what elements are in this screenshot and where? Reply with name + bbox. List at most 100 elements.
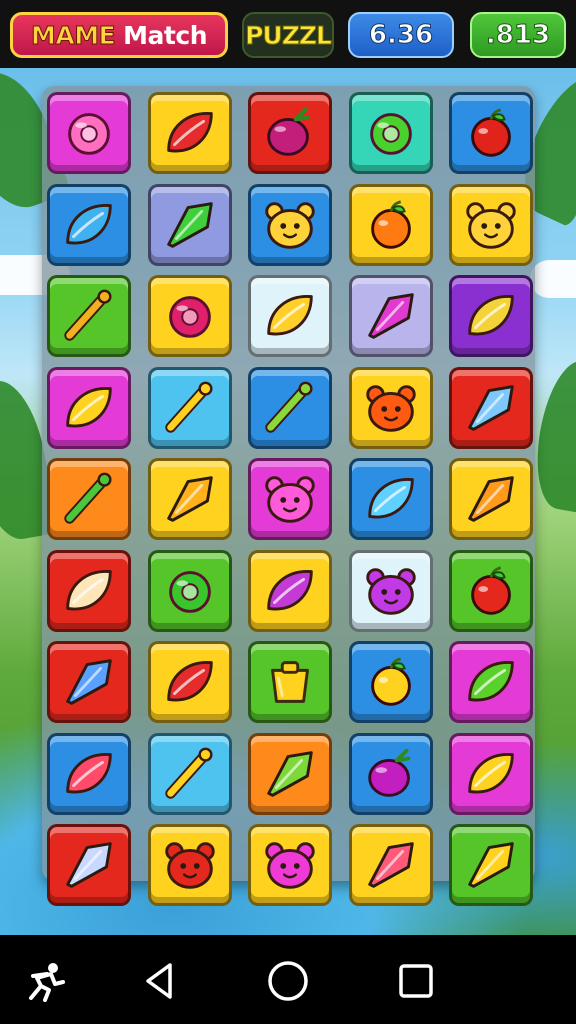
board-tile[interactable]: [348, 92, 433, 174]
game-title-badge: MAME Match: [10, 12, 228, 58]
board-tile[interactable]: [147, 641, 232, 723]
board-tile[interactable]: [449, 549, 533, 632]
moves-counter: .813: [470, 12, 566, 58]
board-tile[interactable]: [449, 732, 533, 815]
board-tile[interactable]: [248, 366, 332, 449]
board-tile[interactable]: [147, 92, 232, 174]
board-tile[interactable]: [248, 641, 332, 723]
apple-icon: [471, 565, 511, 615]
leaf-icon: [66, 569, 112, 610]
board-tile[interactable]: [449, 824, 533, 906]
berry-icon: [367, 748, 410, 797]
board-tile[interactable]: [449, 92, 533, 174]
board-tile[interactable]: [47, 549, 131, 632]
home-icon[interactable]: [262, 955, 314, 1007]
board-tile[interactable]: [248, 824, 332, 906]
ring-icon: [369, 113, 412, 155]
arrow-icon: [66, 842, 112, 888]
wand-icon: [64, 472, 112, 524]
leaf-icon: [468, 295, 514, 336]
ring-icon: [68, 113, 110, 155]
leaf-icon: [66, 203, 112, 244]
wand-icon: [164, 747, 213, 799]
apple-icon: [471, 108, 511, 157]
bear-icon: [365, 384, 416, 432]
arrow-icon: [66, 659, 112, 705]
board-tile[interactable]: [47, 366, 131, 449]
game-title-part1: MAME: [30, 20, 116, 50]
board-tile[interactable]: [147, 183, 232, 266]
board-tile[interactable]: [348, 183, 433, 266]
cup-icon: [271, 661, 309, 703]
bear-icon: [365, 567, 416, 615]
bear-icon: [466, 201, 516, 249]
board-tile[interactable]: [47, 458, 131, 540]
back-icon[interactable]: [134, 955, 186, 1007]
board-tile[interactable]: [248, 549, 332, 632]
board-tile[interactable]: [47, 92, 131, 174]
leaf-icon: [468, 752, 514, 793]
board-tile[interactable]: [147, 366, 232, 449]
arrow-icon: [468, 842, 514, 888]
leaf-icon: [468, 661, 514, 702]
leaf-icon: [166, 661, 213, 702]
board-tile[interactable]: [449, 641, 533, 723]
board-tile[interactable]: [147, 549, 232, 632]
board-tile[interactable]: [47, 824, 131, 906]
board-tile[interactable]: [47, 275, 131, 357]
logo-text: PUZZL: [245, 20, 333, 50]
board-tile[interactable]: [147, 458, 232, 540]
leaf-icon: [66, 386, 112, 427]
board-tile[interactable]: [248, 732, 332, 815]
arrow-icon: [166, 476, 213, 522]
board-tile[interactable]: [449, 366, 533, 449]
app-icon[interactable]: [20, 955, 72, 1007]
bear-icon: [265, 842, 315, 889]
ring-icon: [168, 570, 211, 613]
board-tile[interactable]: [348, 732, 433, 815]
board-tile[interactable]: [147, 824, 232, 906]
leaf-icon: [66, 752, 112, 793]
bear-icon: [164, 842, 215, 889]
berry-icon: [267, 107, 310, 156]
board-tile[interactable]: [147, 732, 232, 815]
board-tile[interactable]: [248, 275, 332, 357]
recents-icon[interactable]: [390, 955, 442, 1007]
leaf-icon: [267, 295, 313, 336]
board-tile[interactable]: [348, 275, 433, 357]
arrow-icon: [468, 384, 514, 431]
board-tile[interactable]: [47, 641, 131, 723]
score-value: 6.36: [368, 20, 434, 51]
board-tile[interactable]: [248, 458, 332, 540]
cloud: [530, 260, 576, 298]
arrow-icon: [367, 842, 414, 888]
apple-icon: [370, 199, 411, 249]
board-tile[interactable]: [348, 549, 433, 632]
leaf-icon: [367, 478, 414, 519]
arrow-icon: [367, 293, 414, 339]
board-tile[interactable]: [348, 824, 433, 906]
arrow-icon: [267, 750, 313, 797]
wand-icon: [164, 381, 213, 433]
moves-value: .813: [485, 20, 551, 51]
board-tile[interactable]: [449, 183, 533, 266]
apple-icon: [370, 657, 411, 706]
board-tile[interactable]: [449, 458, 533, 540]
board-tile[interactable]: [248, 183, 332, 266]
leaf-icon: [166, 112, 213, 153]
ring-icon: [168, 296, 211, 338]
bear-icon: [265, 201, 315, 249]
arrow-icon: [468, 476, 514, 522]
board-tile[interactable]: [449, 275, 533, 357]
top-bar: MAME Match PUZZL 6.36 .813: [0, 0, 576, 68]
board-tile[interactable]: [348, 458, 433, 540]
board-tile[interactable]: [47, 732, 131, 815]
wand-icon: [64, 289, 112, 341]
board-tile[interactable]: [348, 641, 433, 723]
arrow-icon: [166, 201, 213, 248]
wand-icon: [265, 381, 313, 433]
board-tile[interactable]: [47, 183, 131, 266]
board-tile[interactable]: [147, 275, 232, 357]
board-tile[interactable]: [348, 366, 433, 449]
board-tile[interactable]: [248, 92, 332, 174]
